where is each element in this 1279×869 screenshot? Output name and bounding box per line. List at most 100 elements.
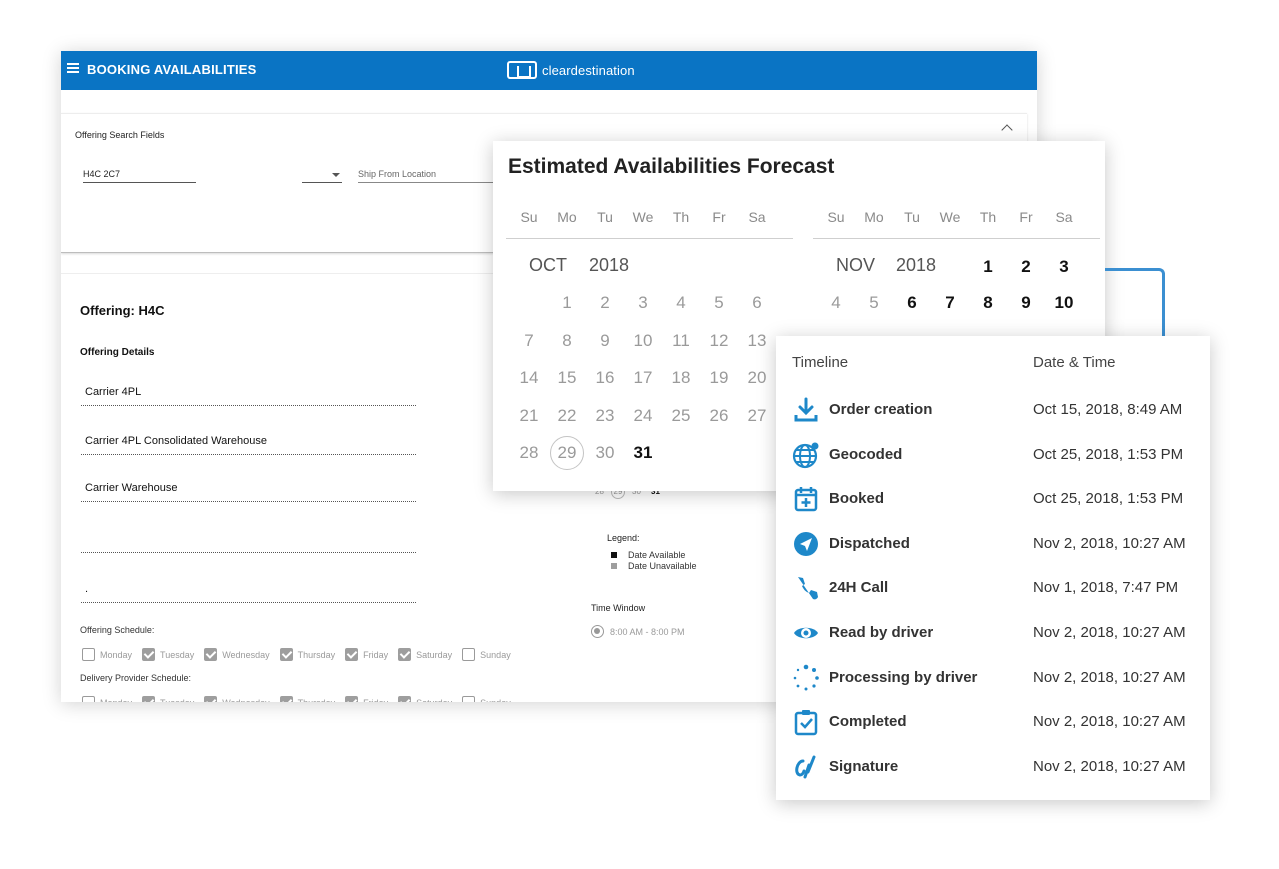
day-available[interactable]: 3 [1045,257,1083,277]
day-available[interactable]: 7 [931,293,969,313]
checkbox-icon[interactable] [82,696,95,702]
checkbox-icon[interactable] [345,696,359,702]
location-type-select[interactable] [302,169,342,183]
day-unavailable[interactable]: 13 [738,331,776,351]
offering-field[interactable]: Carrier Warehouse [81,482,416,502]
day-unavailable[interactable]: 24 [624,406,662,426]
day-unavailable[interactable]: 15 [548,368,586,388]
day-label: Friday [363,698,388,703]
day-unavailable[interactable]: 21 [510,406,548,426]
day-unavailable[interactable]: 4 [817,293,855,313]
day-available[interactable]: 2 [1007,257,1045,277]
offering-field[interactable] [81,533,416,553]
postal-code-input[interactable]: H4C 2C7 [83,169,196,183]
chevron-up-icon[interactable] [1001,124,1013,136]
ship-from-input[interactable]: Ship From Location [358,169,498,183]
checkbox-icon[interactable] [204,696,218,702]
day-unavailable[interactable]: 18 [662,368,700,388]
day-unavailable[interactable]: 19 [700,368,738,388]
day-unavailable[interactable]: 23 [586,406,624,426]
day-unavailable[interactable]: 6 [738,293,776,313]
day-checkbox-tuesday[interactable]: Tuesday [142,696,194,702]
send-icon [792,530,820,558]
day-unavailable[interactable]: 2 [586,293,624,313]
checkbox-icon[interactable] [82,648,95,661]
day-unavailable[interactable]: 12 [700,331,738,351]
checkbox-icon[interactable] [398,696,412,702]
day-checkbox-thursday[interactable]: Thursday [279,648,335,661]
day-unavailable[interactable]: 28 [510,443,548,463]
spinner-icon [792,664,820,692]
day-unavailable[interactable]: 8 [548,331,586,351]
offering-field[interactable]: Carrier 4PL Consolidated Warehouse [81,435,416,455]
calendar-plus-icon [792,485,820,513]
day-checkbox-wednesday[interactable]: Wednesday [204,648,270,661]
checkbox-icon[interactable] [462,648,476,661]
checkbox-icon[interactable] [279,648,293,661]
delivery-schedule-days: Monday Tuesday Wednesday Thursday Friday Satu… [82,696,521,702]
day-unavailable[interactable]: 5 [855,293,893,313]
day-checkbox-friday[interactable]: Friday [345,696,388,702]
day-unavailable[interactable]: 20 [738,368,776,388]
checkbox-icon[interactable] [204,648,218,661]
timeline-event-date: Nov 2, 2018, 10:27 AM [1033,757,1186,775]
day-available[interactable]: 10 [1045,293,1083,313]
day-unavailable[interactable]: 26 [700,406,738,426]
offering-field[interactable]: . [81,583,416,603]
weekday-label: Su [827,209,845,225]
day-unavailable[interactable]: 5 [700,293,738,313]
timeline-row[interactable]: Read by driver Nov 2, 2018, 10:27 AM [776,619,1210,649]
day-checkbox-sunday[interactable]: Sunday [462,696,511,702]
day-label: Tuesday [160,649,195,660]
checkbox-icon[interactable] [398,648,412,661]
day-unavailable[interactable]: 25 [662,406,700,426]
day-available[interactable]: 9 [1007,293,1045,313]
day-unavailable[interactable]: 16 [586,368,624,388]
timeline-row[interactable]: 24H Call Nov 1, 2018, 7:47 PM [776,574,1210,604]
checkbox-icon[interactable] [462,696,476,702]
weekday-label: We [939,209,961,225]
eye-icon [792,619,820,647]
day-unavailable[interactable]: 17 [624,368,662,388]
day-checkbox-thursday[interactable]: Thursday [279,696,335,702]
phone-icon [792,574,820,602]
day-available[interactable]: 31 [624,443,662,463]
checkbox-icon[interactable] [279,696,293,702]
day-checkbox-tuesday[interactable]: Tuesday [142,648,194,661]
day-checkbox-wednesday[interactable]: Wednesday [204,696,270,702]
day-checkbox-monday[interactable]: Monday [82,696,132,702]
checkbox-icon[interactable] [142,696,156,702]
day-unavailable[interactable]: 1 [548,293,586,313]
day-checkbox-friday[interactable]: Friday [345,648,388,661]
offering-field[interactable]: Carrier 4PL [81,386,416,406]
day-available[interactable]: 1 [969,257,1007,277]
day-available[interactable]: 8 [969,293,1007,313]
day-unavailable[interactable]: 3 [624,293,662,313]
day-checkbox-monday[interactable]: Monday [82,648,132,661]
day-unavailable[interactable]: 4 [662,293,700,313]
timeline-row[interactable]: Signature Nov 2, 2018, 10:27 AM [776,753,1210,783]
time-window-option[interactable]: 8:00 AM - 8:00 PM [591,625,685,638]
day-unavailable[interactable]: 14 [510,368,548,388]
day-unavailable[interactable]: 27 [738,406,776,426]
radio-icon[interactable] [591,625,604,638]
day-unavailable[interactable]: 30 [586,443,624,463]
day-unavailable[interactable]: 9 [586,331,624,351]
timeline-row[interactable]: Processing by driver Nov 2, 2018, 10:27 A… [776,664,1210,694]
day-unavailable[interactable]: 10 [624,331,662,351]
checkbox-icon[interactable] [142,648,156,661]
day-available[interactable]: 6 [893,293,931,313]
timeline-row[interactable]: Dispatched Nov 2, 2018, 10:27 AM [776,530,1210,560]
day-unavailable[interactable]: 22 [548,406,586,426]
timeline-row[interactable]: Booked Oct 25, 2018, 1:53 PM [776,485,1210,515]
day-unavailable[interactable]: 11 [662,331,700,351]
timeline-row[interactable]: Completed Nov 2, 2018, 10:27 AM [776,708,1210,738]
menu-icon[interactable] [67,63,79,73]
day-checkbox-saturday[interactable]: Saturday [398,696,452,702]
timeline-row[interactable]: Order creation Oct 15, 2018, 8:49 AM [776,396,1210,426]
day-unavailable[interactable]: 7 [510,331,548,351]
checkbox-icon[interactable] [345,648,359,661]
timeline-row[interactable]: Geocoded Oct 25, 2018, 1:53 PM [776,441,1210,471]
day-checkbox-saturday[interactable]: Saturday [398,648,452,661]
day-checkbox-sunday[interactable]: Sunday [462,648,511,661]
